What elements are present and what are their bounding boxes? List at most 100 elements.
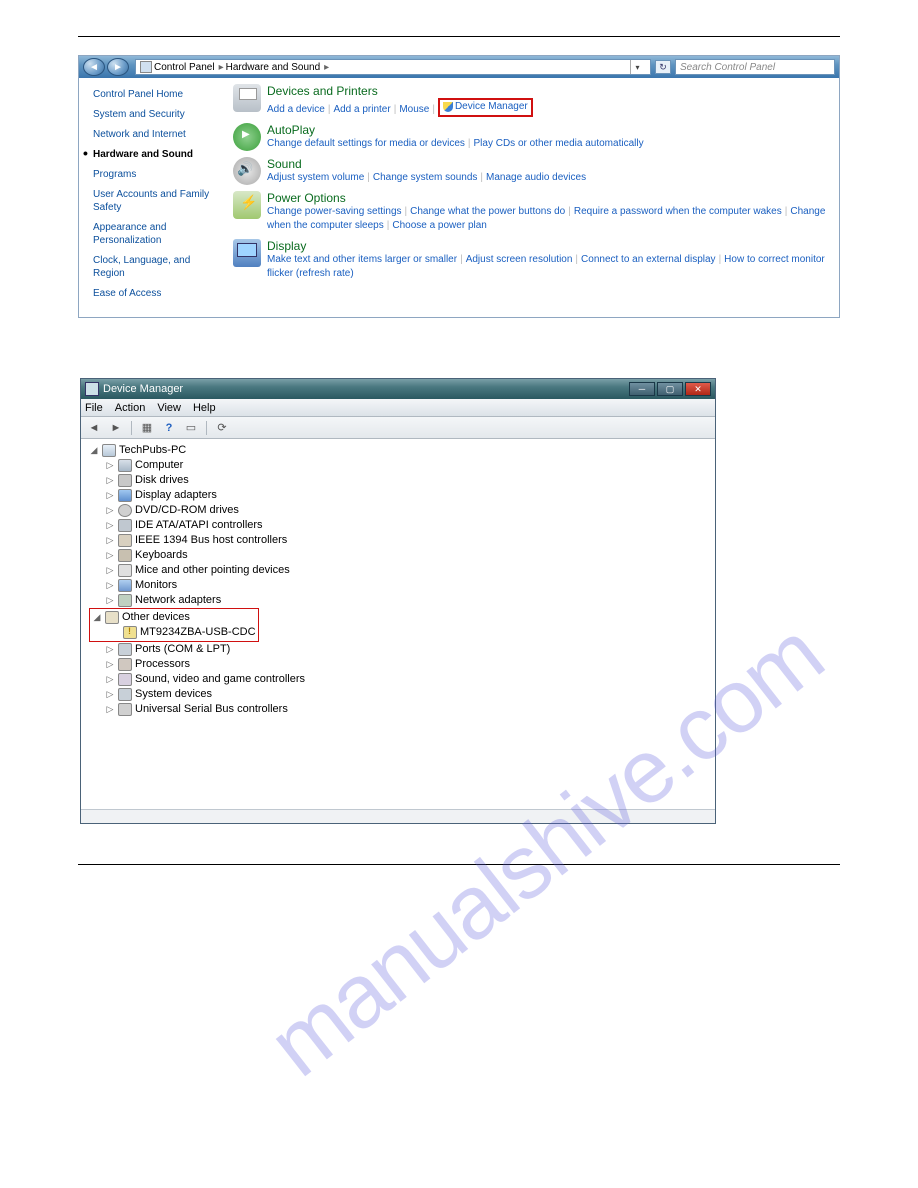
tree-node-unknown-device[interactable]: MT9234ZBA-USB-CDC: [92, 625, 256, 640]
device-manager-link[interactable]: Device Manager: [455, 100, 528, 114]
menu-item[interactable]: View: [157, 402, 181, 414]
maximize-button[interactable]: ▢: [657, 382, 683, 396]
category-link[interactable]: Add a device: [267, 104, 325, 115]
category-link[interactable]: Choose a power plan: [392, 220, 487, 231]
expand-icon[interactable]: ▷: [105, 518, 115, 533]
tree-node[interactable]: ▷Monitors: [89, 578, 715, 593]
forward-button[interactable]: ►: [107, 58, 129, 76]
nav-back-icon[interactable]: ◄: [85, 420, 103, 436]
toolbar-help-icon[interactable]: ?: [160, 420, 178, 436]
expand-icon[interactable]: ▷: [105, 642, 115, 657]
breadcrumb-dropdown-icon[interactable]: ▾: [630, 60, 644, 74]
tree-node[interactable]: ▷Processors: [89, 657, 715, 672]
expand-icon[interactable]: ▷: [105, 578, 115, 593]
category-link[interactable]: Change power-saving settings: [267, 206, 402, 217]
category-link[interactable]: Connect to an external display: [581, 254, 716, 265]
tree-node-label: Keyboards: [135, 548, 188, 563]
tree-node[interactable]: ▷Computer: [89, 458, 715, 473]
breadcrumb-root[interactable]: Control Panel: [154, 62, 215, 73]
expand-icon[interactable]: ▷: [105, 657, 115, 672]
tree-root[interactable]: ◢TechPubs-PC: [89, 443, 715, 458]
tree-node-icon: [118, 534, 132, 547]
nav-forward-icon[interactable]: ►: [107, 420, 125, 436]
tree-node-icon: [118, 519, 132, 532]
category-link[interactable]: Require a password when the computer wak…: [574, 206, 782, 217]
link-divider: |: [719, 254, 722, 265]
tree-node[interactable]: ▷Sound, video and game controllers: [89, 672, 715, 687]
sidebar-item[interactable]: Appearance and Personalization: [93, 221, 223, 247]
expand-icon[interactable]: ▷: [105, 533, 115, 548]
expand-icon[interactable]: ▷: [105, 563, 115, 578]
expand-icon[interactable]: ▷: [105, 672, 115, 687]
menu-item[interactable]: Help: [193, 402, 216, 414]
bottom-rule: [78, 864, 840, 865]
tree-node[interactable]: ▷System devices: [89, 687, 715, 702]
expand-icon[interactable]: ▷: [105, 473, 115, 488]
expand-icon[interactable]: ▷: [105, 593, 115, 608]
sidebar-item[interactable]: Clock, Language, and Region: [93, 254, 223, 280]
breadcrumb[interactable]: Control Panel ▸ Hardware and Sound ▸ ▾: [135, 59, 651, 75]
sidebar-item[interactable]: System and Security: [93, 108, 223, 121]
category-link[interactable]: Adjust system volume: [267, 172, 364, 183]
category-title[interactable]: Display: [267, 239, 829, 253]
link-divider: |: [468, 138, 471, 149]
expand-icon[interactable]: ▷: [105, 687, 115, 702]
category-link[interactable]: Manage audio devices: [486, 172, 586, 183]
search-input[interactable]: Search Control Panel: [675, 59, 835, 75]
sidebar-item[interactable]: Network and Internet: [93, 128, 223, 141]
tree-node-label: Mice and other pointing devices: [135, 563, 290, 578]
toolbar-scan-icon[interactable]: ⟳: [213, 420, 231, 436]
tree-node[interactable]: ▷Network adapters: [89, 593, 715, 608]
sidebar-item[interactable]: Ease of Access: [93, 287, 223, 300]
expand-icon[interactable]: ▷: [105, 458, 115, 473]
toolbar-properties-icon[interactable]: ▭: [182, 420, 200, 436]
expand-icon[interactable]: ◢: [92, 610, 102, 625]
expand-icon[interactable]: ▷: [105, 503, 115, 518]
category-title[interactable]: Power Options: [267, 191, 829, 205]
category-link[interactable]: Mouse: [399, 104, 429, 115]
tree-node[interactable]: ▷ Keyboards: [89, 548, 715, 563]
expand-icon[interactable]: ◢: [89, 443, 99, 458]
category-link[interactable]: Adjust screen resolution: [466, 254, 573, 265]
category-row: SoundAdjust system volume|Change system …: [233, 157, 829, 185]
toolbar-detail-icon[interactable]: ▦: [138, 420, 156, 436]
tree-node[interactable]: ▷IEEE 1394 Bus host controllers: [89, 533, 715, 548]
refresh-button[interactable]: ↻: [655, 60, 671, 74]
tree-node[interactable]: ▷Universal Serial Bus controllers: [89, 702, 715, 717]
category-title[interactable]: Sound: [267, 157, 829, 171]
minimize-button[interactable]: ─: [629, 382, 655, 396]
category-title[interactable]: AutoPlay: [267, 123, 829, 137]
link-divider: |: [480, 172, 483, 183]
category-title[interactable]: Devices and Printers: [267, 84, 829, 98]
tree-node[interactable]: ▷Ports (COM & LPT): [89, 642, 715, 657]
sidebar-item[interactable]: Control Panel Home: [93, 88, 223, 101]
category-link[interactable]: Make text and other items larger or smal…: [267, 254, 457, 265]
menu-item[interactable]: Action: [115, 402, 146, 414]
close-button[interactable]: ✕: [685, 382, 711, 396]
sidebar-item[interactable]: Hardware and Sound: [93, 148, 223, 161]
breadcrumb-icon: [140, 61, 152, 73]
sidebar-item[interactable]: Programs: [93, 168, 223, 181]
tree-node[interactable]: ▷ Display adapters: [89, 488, 715, 503]
tree-node[interactable]: ▷IDE ATA/ATAPI controllers: [89, 518, 715, 533]
tree-node[interactable]: ▷ Mice and other pointing devices: [89, 563, 715, 578]
category-link[interactable]: Add a printer: [333, 104, 390, 115]
tree-node[interactable]: ▷Disk drives: [89, 473, 715, 488]
menu-item[interactable]: File: [85, 402, 103, 414]
sidebar-item[interactable]: User Accounts and Family Safety: [93, 188, 223, 214]
breadcrumb-current[interactable]: Hardware and Sound: [226, 62, 321, 73]
tree-node[interactable]: ▷DVD/CD-ROM drives: [89, 503, 715, 518]
expand-icon[interactable]: ▷: [105, 702, 115, 717]
expand-icon[interactable]: ▷: [105, 548, 115, 563]
category-link[interactable]: Change what the power buttons do: [410, 206, 565, 217]
device-tree: ◢TechPubs-PC▷Computer▷Disk drives▷Displa…: [81, 439, 715, 809]
category-link[interactable]: Play CDs or other media automatically: [474, 138, 644, 149]
tree-node-other-devices[interactable]: ◢Other devices: [92, 610, 256, 625]
category-link[interactable]: Change system sounds: [373, 172, 478, 183]
back-button[interactable]: ◄: [83, 58, 105, 76]
tree-node-label: Display adapters: [135, 488, 217, 503]
link-divider: |: [460, 254, 463, 265]
category-link[interactable]: Change default settings for media or dev…: [267, 138, 465, 149]
link-divider: |: [367, 172, 370, 183]
expand-icon[interactable]: ▷: [105, 488, 115, 503]
